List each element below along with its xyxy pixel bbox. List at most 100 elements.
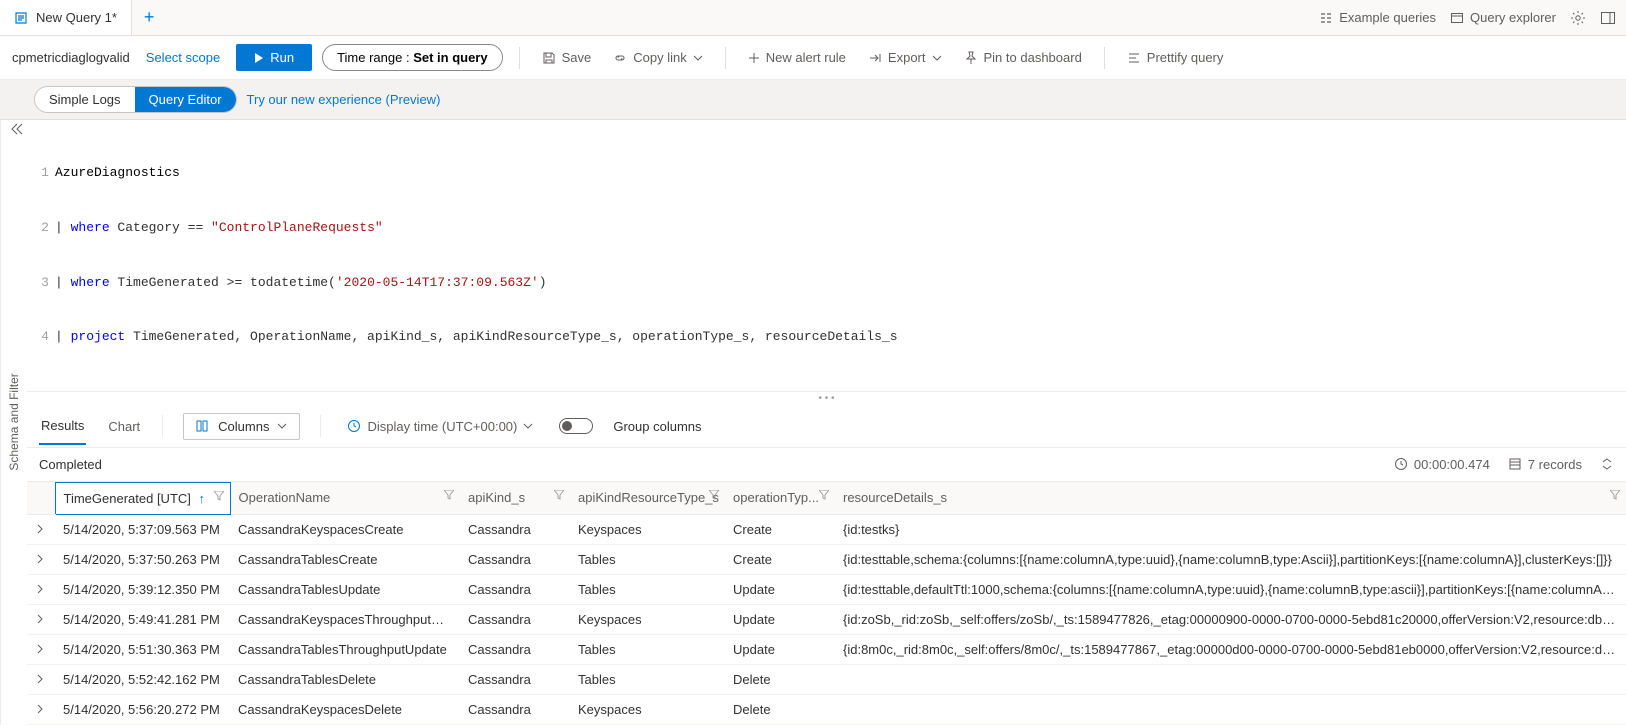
time-range-button[interactable]: Time range : Set in query (322, 44, 503, 71)
cell-rtype: Keyspaces (570, 694, 725, 724)
format-icon (1127, 51, 1141, 65)
content: Schema and Filter 1AzureDiagnostics 2| w… (0, 120, 1626, 725)
expand-row-button[interactable] (27, 694, 55, 724)
explorer-icon (1450, 11, 1464, 25)
copy-link-button[interactable]: Copy link (607, 50, 708, 65)
elapsed-time: 00:00:00.474 (1414, 457, 1490, 472)
table-row[interactable]: 5/14/2020, 5:56:20.272 PMCassandraKeyspa… (27, 694, 1626, 724)
cell-details: {id:testtable,defaultTtl:1000,schema:{co… (835, 574, 1626, 604)
results-table: TimeGenerated [UTC] ↑ OperationName apiK… (27, 482, 1626, 725)
cell-rtype: Keyspaces (570, 514, 725, 544)
example-queries-button[interactable]: Example queries (1319, 10, 1436, 25)
cell-kind: Cassandra (460, 574, 570, 604)
new-alert-rule-button[interactable]: New alert rule (742, 50, 852, 65)
list-icon (1319, 11, 1333, 25)
group-columns-label: Group columns (613, 419, 701, 434)
cell-time: 5/14/2020, 5:37:50.263 PM (55, 544, 230, 574)
tab-chart[interactable]: Chart (106, 409, 142, 444)
cell-kind: Cassandra (460, 664, 570, 694)
query-explorer-button[interactable]: Query explorer (1450, 10, 1556, 25)
cell-otype: Create (725, 514, 835, 544)
cell-operation: CassandraKeyspacesDelete (230, 694, 460, 724)
query-editor[interactable]: 1AzureDiagnostics 2| where Category == "… (27, 120, 1626, 392)
cell-otype: Update (725, 574, 835, 604)
expand-row-button[interactable] (27, 544, 55, 574)
cell-otype: Delete (725, 664, 835, 694)
export-button[interactable]: Export (862, 50, 948, 65)
table-row[interactable]: 5/14/2020, 5:49:41.281 PMCassandraKeyspa… (27, 604, 1626, 634)
columns-icon (196, 419, 210, 433)
expand-row-button[interactable] (27, 634, 55, 664)
query-editor-tab[interactable]: Query Editor (135, 87, 236, 112)
col-resourcedetails[interactable]: resourceDetails_s (835, 482, 1626, 514)
cell-operation: CassandraKeyspacesCreate (230, 514, 460, 544)
expand-row-button[interactable] (27, 574, 55, 604)
tab-new-query[interactable]: New Query 1* (0, 0, 132, 35)
col-operationtype[interactable]: operationTyp... (725, 482, 835, 514)
table-row[interactable]: 5/14/2020, 5:37:50.263 PMCassandraTables… (27, 544, 1626, 574)
columns-label: Columns (218, 419, 269, 434)
filter-icon[interactable] (1610, 490, 1620, 500)
cell-operation: CassandraKeyspacesThroughputUpdate (230, 604, 460, 634)
cell-kind: Cassandra (460, 694, 570, 724)
cell-rtype: Keyspaces (570, 604, 725, 634)
results-toolbar: Results Chart Columns Display time (UTC+… (27, 406, 1626, 448)
mode-toggle: Simple Logs Query Editor (34, 86, 237, 113)
chevron-expand-icon[interactable] (1600, 457, 1614, 471)
copy-link-label: Copy link (633, 50, 686, 65)
cell-details: {id:testtable,schema:{columns:[{name:col… (835, 544, 1626, 574)
save-label: Save (562, 50, 592, 65)
select-scope-button[interactable]: Select scope (140, 50, 226, 65)
cell-time: 5/14/2020, 5:56:20.272 PM (55, 694, 230, 724)
save-button[interactable]: Save (536, 50, 598, 65)
columns-button[interactable]: Columns (183, 413, 300, 440)
play-icon (254, 53, 264, 63)
prettify-button[interactable]: Prettify query (1121, 50, 1230, 65)
clock-icon (347, 419, 361, 433)
tab-results[interactable]: Results (39, 408, 86, 445)
table-row[interactable]: 5/14/2020, 5:51:30.363 PMCassandraTables… (27, 634, 1626, 664)
tab-bar: New Query 1* + Example queries Query exp… (0, 0, 1626, 36)
display-time-button[interactable]: Display time (UTC+00:00) (341, 419, 539, 434)
filter-icon[interactable] (819, 490, 829, 500)
table-row[interactable]: 5/14/2020, 5:52:42.162 PMCassandraTables… (27, 664, 1626, 694)
expand-row-button[interactable] (27, 604, 55, 634)
expand-row-button[interactable] (27, 664, 55, 694)
col-resourcetype[interactable]: apiKindResourceType_s (570, 482, 725, 514)
splitter[interactable]: • • • (27, 392, 1626, 406)
cell-details: {id:zoSb,_rid:zoSb,_self:offers/zoSb/,_t… (835, 604, 1626, 634)
group-columns-toggle[interactable] (559, 418, 593, 434)
settings-icon[interactable] (1570, 10, 1586, 26)
divider (1104, 47, 1105, 69)
simple-logs-tab[interactable]: Simple Logs (35, 87, 135, 112)
cell-otype: Update (725, 604, 835, 634)
table-row[interactable]: 5/14/2020, 5:39:12.350 PMCassandraTables… (27, 574, 1626, 604)
col-apikind[interactable]: apiKind_s (460, 482, 570, 514)
run-label: Run (270, 50, 294, 65)
add-tab-button[interactable]: + (132, 7, 167, 28)
preview-link[interactable]: Try our new experience (Preview) (247, 92, 441, 107)
col-operationname[interactable]: OperationName (230, 482, 460, 514)
scope-name: cpmetricdiaglogvalid (12, 50, 130, 65)
run-button[interactable]: Run (236, 44, 312, 71)
filter-icon[interactable] (709, 490, 719, 500)
filter-icon[interactable] (554, 490, 564, 500)
chevron-down-icon (693, 53, 703, 63)
col-timegenerated[interactable]: TimeGenerated [UTC] ↑ (55, 482, 230, 514)
pin-button[interactable]: Pin to dashboard (958, 50, 1088, 65)
sort-asc-icon: ↑ (199, 491, 206, 506)
panel-icon[interactable] (1600, 10, 1616, 26)
filter-icon[interactable] (214, 491, 224, 501)
display-time-label: Display time (UTC+00:00) (367, 419, 517, 434)
status-completed: Completed (39, 457, 102, 472)
query-icon (14, 11, 28, 25)
filter-icon[interactable] (444, 490, 454, 500)
chevron-down-icon (523, 421, 533, 431)
tab-label: New Query 1* (36, 10, 117, 25)
expand-row-button[interactable] (27, 514, 55, 544)
cell-kind: Cassandra (460, 604, 570, 634)
status-bar: Completed 00:00:00.474 7 records (27, 448, 1626, 482)
schema-filter-panel-label[interactable]: Schema and Filter (0, 120, 27, 725)
cell-details (835, 664, 1626, 694)
table-row[interactable]: 5/14/2020, 5:37:09.563 PMCassandraKeyspa… (27, 514, 1626, 544)
